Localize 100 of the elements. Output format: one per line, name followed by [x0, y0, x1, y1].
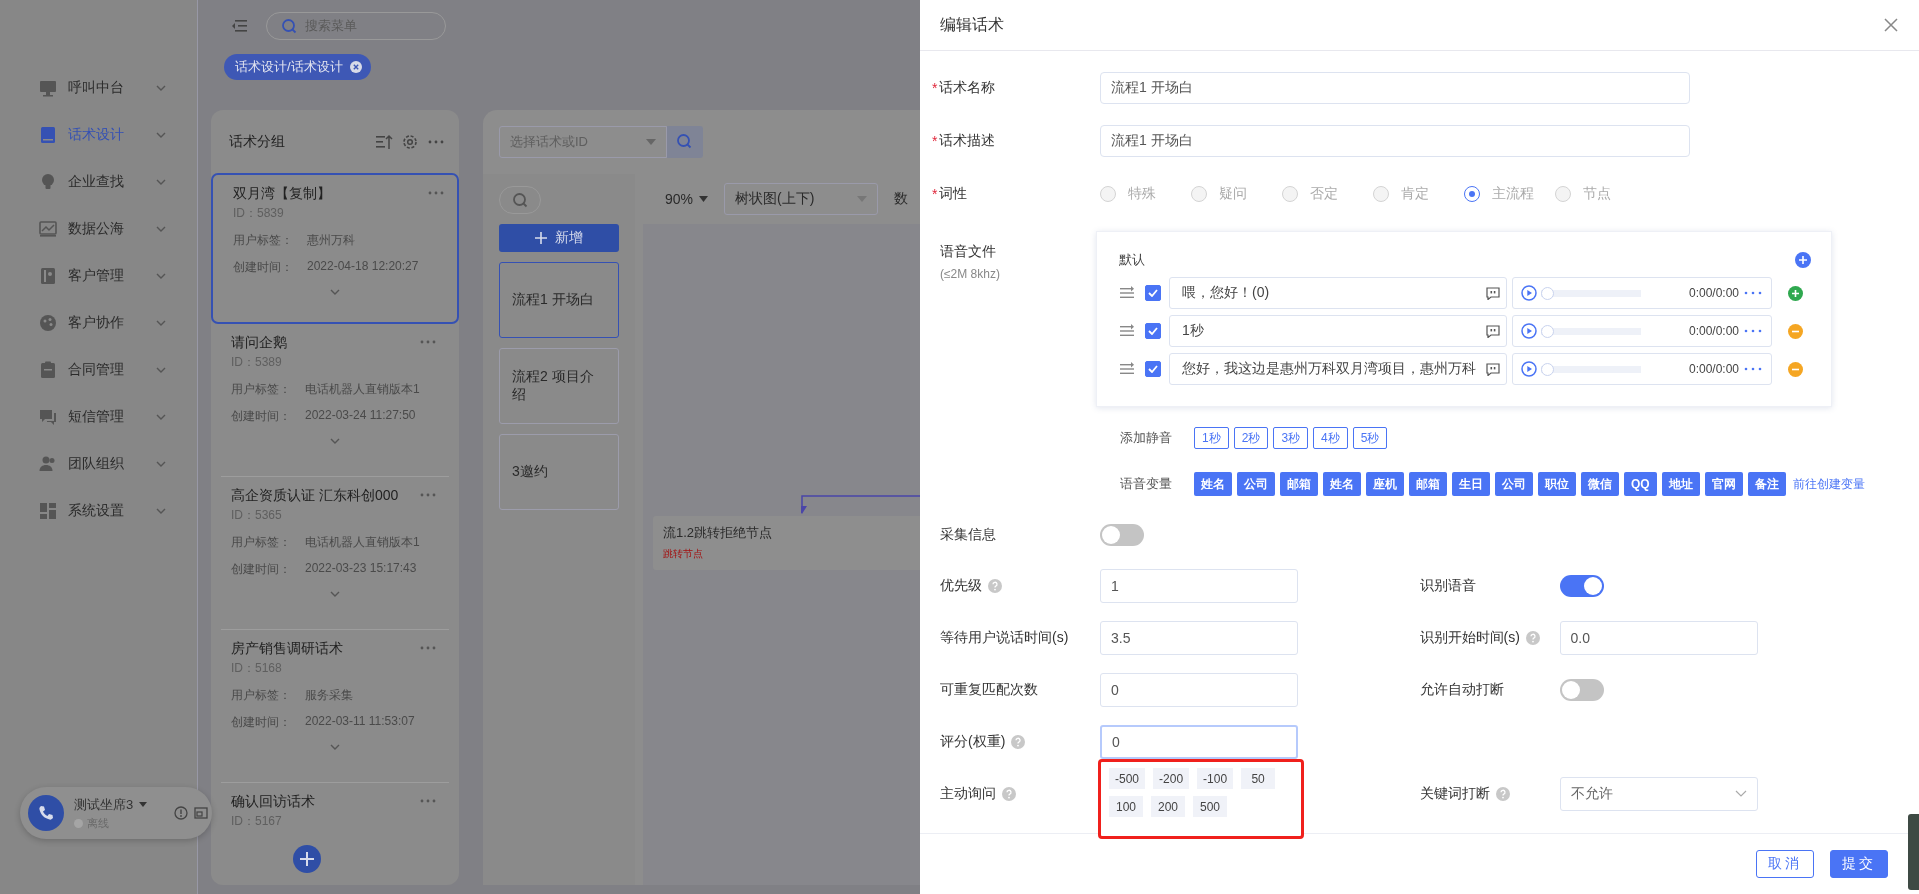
- voice-text-field[interactable]: 您好，我这边是惠州万科双月湾项目，惠州万科: [1169, 353, 1507, 385]
- phone-avatar[interactable]: [28, 795, 64, 831]
- help-icon[interactable]: [1495, 787, 1510, 801]
- text-input[interactable]: 1: [1100, 569, 1298, 603]
- checkbox[interactable]: [1145, 361, 1161, 377]
- nav-item[interactable]: 系统设置: [0, 487, 197, 534]
- text-input[interactable]: 0: [1100, 725, 1298, 759]
- toggle-switch[interactable]: [1559, 679, 1604, 701]
- nav-item[interactable]: 客户管理: [0, 252, 197, 299]
- option-chip[interactable]: 200: [1151, 796, 1185, 817]
- menu-collapse-icon[interactable]: [230, 18, 248, 34]
- more-icon[interactable]: [1743, 289, 1763, 297]
- help-icon[interactable]: [1002, 787, 1016, 801]
- variable-tag[interactable]: 职位: [1538, 472, 1576, 496]
- play-icon[interactable]: [1521, 323, 1537, 339]
- text-input[interactable]: 3.5: [1100, 621, 1298, 655]
- voice-text-field[interactable]: 1秒: [1169, 315, 1507, 347]
- variable-tag[interactable]: 邮箱: [1280, 472, 1318, 496]
- more-icon[interactable]: [1743, 327, 1763, 335]
- gear-icon[interactable]: [401, 132, 419, 151]
- text-input[interactable]: 0: [1100, 673, 1298, 707]
- layout-select[interactable]: 树状图(上下): [724, 183, 879, 215]
- variable-tag[interactable]: 微信: [1581, 472, 1619, 496]
- variable-tag[interactable]: 公司: [1237, 472, 1275, 496]
- nav-item[interactable]: 客户协作: [0, 299, 197, 346]
- progress-slider[interactable]: [1541, 324, 1641, 338]
- option-chip[interactable]: 500: [1193, 796, 1227, 817]
- nav-item[interactable]: 呼叫中台: [0, 64, 197, 111]
- progress-slider[interactable]: [1541, 286, 1641, 300]
- close-icon[interactable]: [348, 60, 363, 74]
- variable-tag[interactable]: 姓名: [1194, 472, 1232, 496]
- more-icon[interactable]: [419, 491, 437, 499]
- breadcrumb-tab[interactable]: 话术设计/话术设计: [224, 54, 371, 80]
- screen-icon[interactable]: [194, 806, 208, 820]
- variable-tag[interactable]: 备注: [1747, 472, 1786, 496]
- drag-handle-icon[interactable]: [1119, 362, 1135, 376]
- close-icon[interactable]: [1883, 17, 1899, 33]
- nav-item[interactable]: 合同管理: [0, 346, 197, 393]
- nav-item[interactable]: 团队组织: [0, 440, 197, 487]
- more-icon[interactable]: [419, 644, 437, 652]
- silence-button[interactable]: 3秒: [1273, 427, 1309, 449]
- text-input[interactable]: 流程1 开场白: [1100, 72, 1690, 104]
- submit-button[interactable]: 提交: [1830, 850, 1888, 878]
- add-circle-icon[interactable]: [1795, 252, 1811, 268]
- nav-item[interactable]: 企业查找: [0, 158, 197, 205]
- nav-item[interactable]: 短信管理: [0, 393, 197, 440]
- drag-handle-icon[interactable]: [1119, 324, 1135, 338]
- help-icon[interactable]: [1525, 631, 1540, 645]
- variable-tag[interactable]: 官网: [1704, 472, 1743, 496]
- search-button[interactable]: [667, 126, 703, 158]
- play-icon[interactable]: [1521, 361, 1537, 377]
- toggle-switch[interactable]: [1100, 524, 1144, 546]
- text-input[interactable]: 0.0: [1559, 621, 1758, 655]
- checkbox[interactable]: [1145, 323, 1161, 339]
- flow-node[interactable]: 流1.2跳转拒绝节点 跳转节点: [653, 516, 920, 570]
- radio-button[interactable]: [1464, 186, 1480, 202]
- quote-bubble-icon[interactable]: [1486, 286, 1500, 300]
- add-circle-icon[interactable]: [1788, 285, 1803, 301]
- variable-tag[interactable]: QQ: [1624, 472, 1657, 496]
- select-field[interactable]: 不允许: [1559, 777, 1758, 811]
- text-input[interactable]: 流程1 开场白: [1100, 125, 1690, 157]
- silence-button[interactable]: 2秒: [1233, 427, 1269, 449]
- option-chip[interactable]: -500: [1109, 768, 1146, 789]
- progress-slider[interactable]: [1541, 362, 1641, 376]
- toggle-switch[interactable]: [1559, 575, 1604, 597]
- checkbox[interactable]: [1145, 285, 1161, 301]
- cancel-button[interactable]: 取消: [1756, 850, 1814, 878]
- flow-item[interactable]: 流程1 开场白: [499, 262, 619, 338]
- zoom-dropdown[interactable]: 90%: [665, 191, 709, 207]
- play-icon[interactable]: [1521, 285, 1537, 301]
- help-icon[interactable]: [988, 579, 1002, 593]
- variable-tag[interactable]: 地址: [1661, 472, 1700, 496]
- variable-tag[interactable]: 生日: [1452, 472, 1490, 496]
- quote-bubble-icon[interactable]: [1486, 362, 1500, 376]
- flow-item[interactable]: 3邀约: [499, 434, 619, 510]
- option-chip[interactable]: 50: [1241, 768, 1276, 789]
- sort-icon[interactable]: [375, 133, 393, 150]
- quote-bubble-icon[interactable]: [1486, 324, 1500, 338]
- more-icon[interactable]: [1743, 365, 1763, 373]
- variable-tag[interactable]: 座机: [1366, 472, 1404, 496]
- remove-circle-icon[interactable]: [1788, 361, 1803, 377]
- option-chip[interactable]: 100: [1109, 796, 1143, 817]
- add-circle-icon[interactable]: [293, 845, 321, 873]
- variable-tag[interactable]: 邮箱: [1409, 472, 1447, 496]
- nav-item[interactable]: 数据公海: [0, 205, 197, 252]
- silence-button[interactable]: 4秒: [1313, 427, 1348, 449]
- silence-button[interactable]: 5秒: [1352, 427, 1388, 449]
- more-icon[interactable]: [427, 189, 445, 197]
- flow-item[interactable]: 流程2 项目介绍: [499, 348, 619, 424]
- variable-tag[interactable]: 公司: [1495, 472, 1533, 496]
- new-button[interactable]: 新增: [499, 224, 619, 252]
- caret-icon[interactable]: [139, 802, 148, 807]
- voice-text-field[interactable]: 喂，您好！(0): [1169, 277, 1507, 309]
- variable-tag[interactable]: 姓名: [1323, 472, 1361, 496]
- drag-handle-icon[interactable]: [1119, 286, 1135, 300]
- remove-circle-icon[interactable]: [1788, 323, 1803, 339]
- option-chip[interactable]: -100: [1197, 768, 1234, 789]
- info-icon[interactable]: [174, 806, 188, 820]
- help-icon[interactable]: [1011, 735, 1026, 749]
- create-variable-link[interactable]: 前往创建变量: [1792, 475, 1865, 493]
